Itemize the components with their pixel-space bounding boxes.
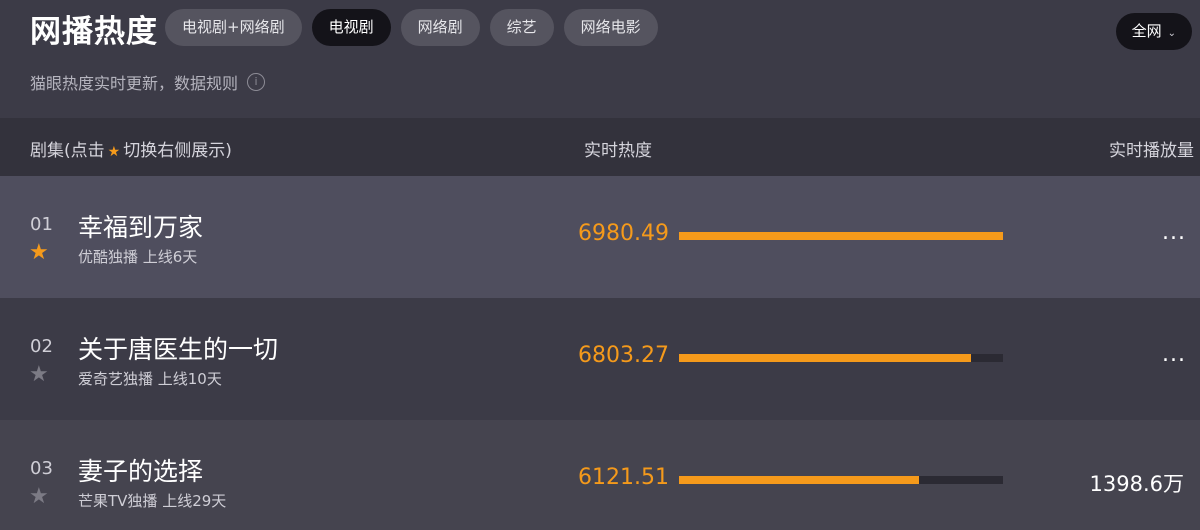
page-title: 网播热度 (30, 14, 158, 50)
heat-bar (679, 354, 1003, 362)
tab-tv[interactable]: 电视剧 (311, 9, 391, 46)
heat-bar (679, 476, 1003, 484)
rank-number: 02 (30, 336, 53, 357)
heat-value: 6121.51 (578, 465, 669, 490)
rank-number: 03 (30, 458, 53, 479)
series-meta: 爱奇艺独播 上线10天 (78, 370, 222, 388)
column-header-series-prefix: 剧集(点击 (30, 141, 105, 161)
heat-bar-fill (679, 476, 919, 484)
subtitle: 猫眼热度实时更新，数据规则 i (30, 70, 266, 94)
column-header-heat: 实时热度 (584, 141, 652, 161)
column-header-series: 剧集(点击 ★ 切换右侧展示) (30, 136, 232, 161)
subtitle-text: 猫眼热度实时更新，数据规则 (30, 74, 239, 93)
star-icon[interactable]: ★ (29, 486, 49, 508)
heat-bar-fill (679, 232, 1003, 240)
heat-value: 6803.27 (578, 343, 669, 368)
heat-value: 6980.49 (578, 221, 669, 246)
heat-bar-fill (679, 354, 971, 362)
series-title: 关于唐医生的一切 (78, 335, 279, 364)
star-icon[interactable]: ★ (29, 242, 49, 264)
series-title: 幸福到万家 (78, 213, 204, 242)
info-icon[interactable]: i (247, 73, 266, 91)
series-meta: 优酷独播 上线6天 (78, 248, 198, 266)
scope-label: 全网 (1131, 22, 1162, 40)
table-row[interactable]: 02 ★ 关于唐医生的一切 爱奇艺独播 上线10天 6803.27 ... (0, 298, 1200, 420)
playcount-value: 1398.6万 (1089, 472, 1184, 496)
table-row[interactable]: 01 ★ 幸福到万家 优酷独播 上线6天 6980.49 ... (0, 176, 1200, 298)
tab-tv-and-web[interactable]: 电视剧+网络剧 (165, 9, 302, 46)
star-icon[interactable]: ★ (29, 364, 49, 386)
chevron-down-icon: ⌄ (1167, 28, 1176, 39)
rank-number: 01 (30, 214, 53, 235)
heat-bar (679, 232, 1003, 240)
page-header: 网播热度 电视剧+网络剧 电视剧 网络剧 综艺 网络电影 全网 ⌄ 猫眼热度实时更… (0, 0, 1200, 118)
column-header-playcount: 实时播放量 (1109, 141, 1194, 161)
tab-web-movie[interactable]: 网络电影 (563, 9, 658, 46)
category-tabs: 电视剧+网络剧 电视剧 网络剧 综艺 网络电影 (165, 9, 668, 46)
series-title: 妻子的选择 (78, 457, 204, 486)
star-icon: ★ (107, 144, 121, 160)
series-meta: 芒果TV独播 上线29天 (78, 492, 227, 510)
platform-scope-dropdown[interactable]: 全网 ⌄ (1115, 13, 1192, 50)
tab-variety[interactable]: 综艺 (489, 9, 554, 46)
column-header-series-suffix: 切换右侧展示) (123, 141, 232, 161)
playcount-value: ... (1162, 342, 1186, 367)
playcount-value: ... (1162, 220, 1186, 245)
table-row[interactable]: 03 ★ 妻子的选择 芒果TV独播 上线29天 6121.51 1398.6万 (0, 420, 1200, 530)
tab-web-series[interactable]: 网络剧 (400, 9, 480, 46)
table-header: 剧集(点击 ★ 切换右侧展示) 实时热度 实时播放量 (0, 118, 1200, 176)
